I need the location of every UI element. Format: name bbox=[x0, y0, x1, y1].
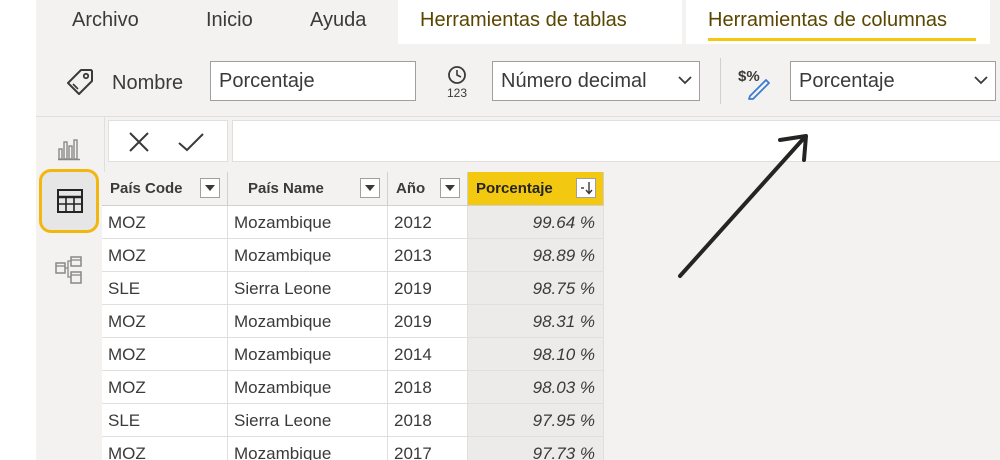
cell-porcentaje[interactable]: 97.73 % bbox=[468, 437, 604, 460]
name-label: Nombre bbox=[112, 72, 184, 94]
table-row[interactable]: MOZ Mozambique 2019 98.31 % bbox=[102, 305, 604, 338]
cell-ano[interactable]: 2018 bbox=[388, 371, 468, 404]
column-header-label: País Code bbox=[110, 180, 183, 197]
cell-pais-name[interactable]: Sierra Leone bbox=[228, 404, 388, 437]
column-header-label: País Name bbox=[248, 180, 324, 197]
cell-pais-name[interactable]: Mozambique bbox=[228, 206, 388, 239]
column-name-input[interactable]: Porcentaje bbox=[210, 61, 416, 101]
filter-icon bbox=[445, 185, 455, 191]
cell-porcentaje[interactable]: 99.64 % bbox=[468, 206, 604, 239]
data-view-button[interactable] bbox=[39, 169, 99, 233]
column-header-label: Año bbox=[396, 180, 426, 197]
sort-button[interactable] bbox=[576, 178, 596, 198]
column-header-porcentaje[interactable]: Porcentaje bbox=[468, 172, 604, 206]
format-select[interactable]: Porcentaje bbox=[790, 61, 996, 101]
table-row[interactable]: MOZ Mozambique 2013 98.89 % bbox=[102, 239, 604, 272]
column-header-pais-name[interactable]: País Name bbox=[228, 172, 388, 206]
toolbar-separator bbox=[720, 58, 721, 104]
cell-pais-code[interactable]: MOZ bbox=[102, 305, 228, 338]
view-switcher bbox=[36, 117, 105, 460]
cell-pais-name[interactable]: Mozambique bbox=[228, 338, 388, 371]
cell-ano[interactable]: 2018 bbox=[388, 404, 468, 437]
cell-pais-code[interactable]: MOZ bbox=[102, 206, 228, 239]
table-row[interactable]: MOZ Mozambique 2017 97.73 % bbox=[102, 437, 604, 460]
cell-pais-code[interactable]: SLE bbox=[102, 404, 228, 437]
cell-pais-name[interactable]: Sierra Leone bbox=[228, 272, 388, 305]
table-row[interactable]: MOZ Mozambique 2014 98.10 % bbox=[102, 338, 604, 371]
column-header-pais-code[interactable]: País Code bbox=[102, 172, 228, 206]
model-view-icon bbox=[55, 256, 82, 284]
cell-ano[interactable]: 2017 bbox=[388, 437, 468, 460]
sort-descending-icon bbox=[581, 182, 593, 195]
cell-pais-code[interactable]: SLE bbox=[102, 272, 228, 305]
cell-pais-code[interactable]: MOZ bbox=[102, 371, 228, 404]
model-view-button[interactable] bbox=[36, 243, 102, 299]
svg-text:$%: $% bbox=[738, 68, 760, 85]
filter-icon bbox=[205, 185, 215, 191]
cancel-icon[interactable] bbox=[127, 130, 151, 154]
chevron-down-icon bbox=[974, 76, 988, 85]
cell-porcentaje[interactable]: 98.89 % bbox=[468, 239, 604, 272]
formula-bar bbox=[108, 120, 1000, 164]
svg-text:123: 123 bbox=[447, 86, 467, 100]
cell-pais-name[interactable]: Mozambique bbox=[228, 437, 388, 460]
formula-input[interactable] bbox=[232, 120, 1000, 162]
tab-ayuda[interactable]: Ayuda bbox=[310, 0, 366, 42]
power-bi-window: Archivo Inicio Ayuda Herramientas de tab… bbox=[36, 0, 1000, 460]
cell-pais-code[interactable]: MOZ bbox=[102, 239, 228, 272]
active-tab-indicator bbox=[708, 38, 976, 41]
cell-pais-code[interactable]: MOZ bbox=[102, 437, 228, 460]
column-tools-toolbar: Nombre Porcentaje 123 Número decimal $% … bbox=[36, 44, 1000, 117]
data-type-icon: 123 bbox=[447, 66, 467, 100]
formula-actions bbox=[108, 120, 228, 162]
cell-ano[interactable]: 2012 bbox=[388, 206, 468, 239]
table-row[interactable]: SLE Sierra Leone 2019 98.75 % bbox=[102, 272, 604, 305]
cell-porcentaje[interactable]: 98.75 % bbox=[468, 272, 604, 305]
cell-ano[interactable]: 2019 bbox=[388, 272, 468, 305]
column-header-ano[interactable]: Año bbox=[388, 172, 468, 206]
format-value: Porcentaje bbox=[799, 70, 895, 92]
cell-ano[interactable]: 2019 bbox=[388, 305, 468, 338]
filter-icon bbox=[365, 185, 375, 191]
cell-pais-name[interactable]: Mozambique bbox=[228, 371, 388, 404]
tab-herramientas-columnas[interactable]: Herramientas de columnas bbox=[708, 0, 947, 42]
tab-herramientas-tablas[interactable]: Herramientas de tablas bbox=[420, 0, 627, 42]
report-view-icon bbox=[58, 139, 80, 161]
data-type-select[interactable]: Número decimal bbox=[492, 61, 700, 101]
data-type-value: Número decimal bbox=[501, 70, 647, 92]
cell-porcentaje[interactable]: 98.31 % bbox=[468, 305, 604, 338]
chevron-down-icon bbox=[678, 76, 692, 85]
cell-ano[interactable]: 2013 bbox=[388, 239, 468, 272]
table-row[interactable]: MOZ Mozambique 2012 99.64 % bbox=[102, 206, 604, 239]
cell-ano[interactable]: 2014 bbox=[388, 338, 468, 371]
tag-icon bbox=[67, 69, 93, 95]
cell-porcentaje[interactable]: 98.10 % bbox=[468, 338, 604, 371]
commit-icon[interactable] bbox=[177, 130, 205, 154]
tab-archivo[interactable]: Archivo bbox=[72, 0, 139, 42]
table-row[interactable]: SLE Sierra Leone 2018 97.95 % bbox=[102, 404, 604, 437]
column-header-label: Porcentaje bbox=[476, 180, 553, 197]
tab-inicio[interactable]: Inicio bbox=[206, 0, 253, 42]
filter-button[interactable] bbox=[440, 178, 460, 198]
data-view-icon bbox=[57, 189, 83, 213]
filter-button[interactable] bbox=[200, 178, 220, 198]
cell-pais-name[interactable]: Mozambique bbox=[228, 305, 388, 338]
table-row[interactable]: MOZ Mozambique 2018 98.03 % bbox=[102, 371, 604, 404]
format-icon: $% bbox=[738, 68, 770, 100]
cell-porcentaje[interactable]: 97.95 % bbox=[468, 404, 604, 437]
filter-button[interactable] bbox=[360, 178, 380, 198]
outer-margin bbox=[0, 0, 36, 460]
ribbon-tabs: Archivo Inicio Ayuda Herramientas de tab… bbox=[36, 0, 1000, 44]
annotation-arrow bbox=[678, 134, 808, 278]
cell-pais-name[interactable]: Mozambique bbox=[228, 239, 388, 272]
cell-porcentaje[interactable]: 98.03 % bbox=[468, 371, 604, 404]
cell-pais-code[interactable]: MOZ bbox=[102, 338, 228, 371]
